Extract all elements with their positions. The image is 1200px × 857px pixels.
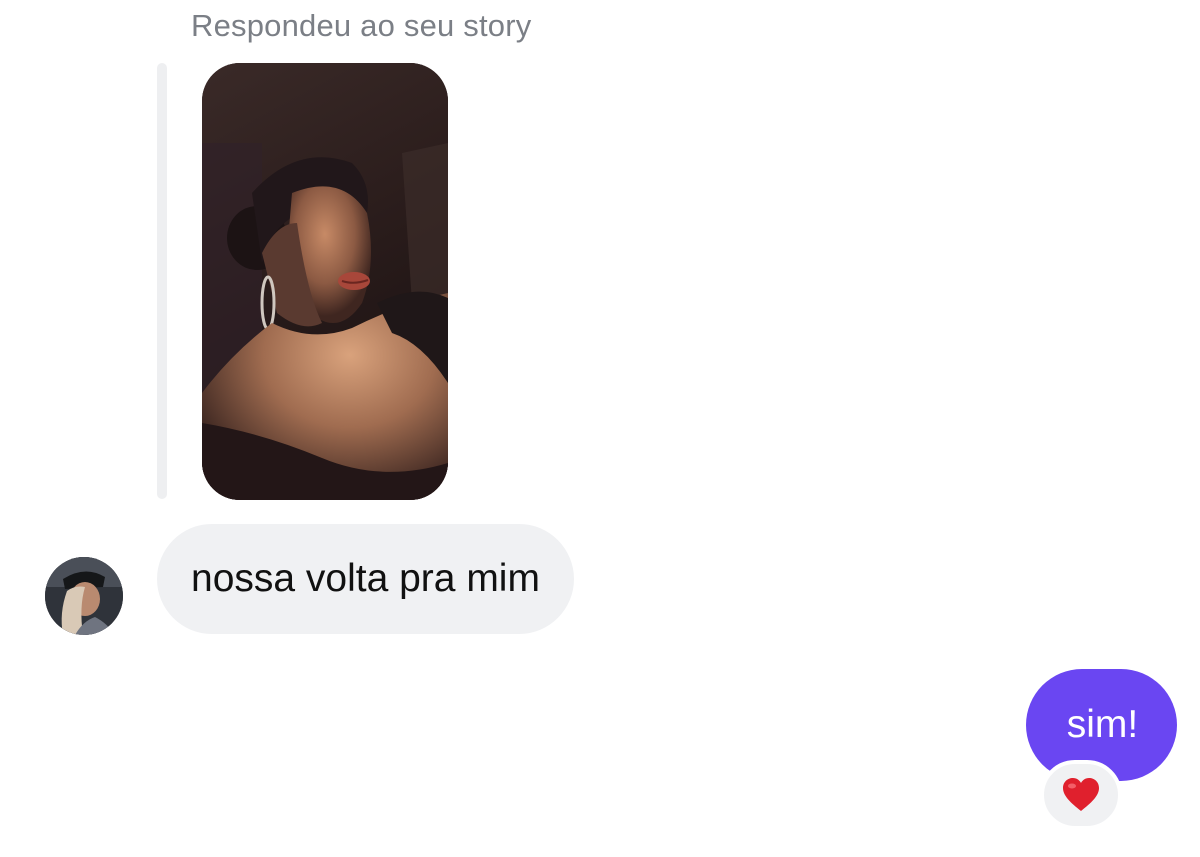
sender-avatar[interactable] (45, 557, 123, 635)
heart-icon (1063, 778, 1099, 811)
reply-quote-bar (157, 63, 167, 499)
message-reaction[interactable] (1040, 760, 1122, 830)
avatar-photo (45, 557, 123, 635)
incoming-message-bubble[interactable]: nossa volta pra mim (157, 524, 574, 634)
story-photo (202, 63, 448, 500)
story-reply-label: Respondeu ao seu story (191, 8, 532, 43)
incoming-message-text: nossa volta pra mim (191, 557, 540, 600)
story-thumbnail[interactable] (202, 63, 448, 500)
outgoing-message-text: sim! (1066, 703, 1139, 746)
